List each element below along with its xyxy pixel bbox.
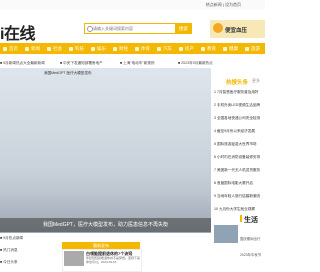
life-item[interactable]: 国庆期间出行: [240, 236, 260, 241]
promo-text: 便宜血压: [225, 28, 248, 34]
hot-item[interactable]: 9 当地年轻人旅行结婚新潮流: [214, 194, 265, 199]
hot-item[interactable]: 3 全国各地快递公司安全检测: [214, 116, 265, 121]
nav-item-house[interactable]: 房产: [179, 43, 194, 54]
nav-item-entertainment[interactable]: 娱乐: [91, 43, 106, 54]
nav-item-education[interactable]: 教育: [201, 43, 216, 54]
education-icon: [201, 46, 205, 51]
car-icon: [157, 46, 161, 51]
hot-item[interactable]: 7 美团新一代无人机送货服务: [214, 168, 265, 173]
travel-icon: [245, 46, 249, 51]
hot-item[interactable]: 5 国际旅游疫苗大世界市场: [214, 142, 265, 147]
nav-item-sports[interactable]: 体育: [135, 43, 150, 54]
featured-header: 最新发布: [62, 242, 140, 249]
hot-item[interactable]: 4 截至9月份以来经济发展: [214, 129, 265, 134]
hot-item[interactable]: 8 首届国际电影大赛开启: [214, 181, 265, 186]
hero-caption[interactable]: 我国MedGPT，医疗大模型发布，助力医患信息不再失衡: [0, 218, 211, 232]
featured-thumbnail[interactable]: [64, 251, 84, 266]
search-input[interactable]: [93, 24, 171, 33]
news-icon: [25, 46, 29, 51]
promo-icon: [213, 23, 223, 33]
finance-icon: [113, 46, 117, 51]
life-section-title: 生活: [240, 215, 258, 225]
site-logo[interactable]: i在线: [0, 20, 35, 44]
ticker-item[interactable]: ■ 中央下发通知部署房地产: [60, 61, 103, 66]
main-nav: 首页 新闻 社会 科技 娱乐 财经 体育 汽车 房产 教育 健康 旅游: [0, 43, 265, 54]
search-box[interactable]: [84, 23, 176, 34]
nav-item-finance[interactable]: 财经: [113, 43, 128, 54]
hot-item[interactable]: 6 小时内在消防设备装修安排: [214, 155, 265, 160]
ticker-item[interactable]: ■ 2023年9月最新热点: [178, 61, 213, 66]
nav-item-news[interactable]: 新闻: [25, 43, 40, 54]
society-icon: [47, 46, 51, 51]
left-list-item[interactable]: ■ 热门消息: [0, 248, 18, 253]
life-thumbnail[interactable]: [214, 225, 238, 243]
news-ticker: ■ 9月新闻热点大全最新新闻 ■ 中央下发通知部署房地产 ■ 上海"电动车"新规…: [0, 58, 213, 68]
hot-item[interactable]: 10 九月份大学生就业观察: [214, 207, 265, 212]
hero-image[interactable]: 我国MedGPT 医疗大模型发布: [0, 68, 211, 233]
hot-list-more[interactable]: 更多: [252, 78, 260, 84]
health-icon: [223, 46, 227, 51]
nav-item-home[interactable]: 首页: [3, 43, 18, 54]
ticker-item[interactable]: ■ 9月新闻热点大全最新新闻: [0, 61, 45, 66]
nav-item-tech[interactable]: 科技: [69, 43, 84, 54]
left-list-item[interactable]: ■ 9月热点新闻: [0, 236, 23, 241]
hot-list-title: 热搜头条: [226, 80, 249, 86]
section-marker: [240, 215, 242, 222]
nav-item-travel[interactable]: 旅游: [245, 43, 260, 54]
hero-top-caption: 我国MedGPT 医疗大模型发布: [44, 71, 92, 75]
sports-icon: [135, 46, 139, 51]
search-button[interactable]: 搜索: [175, 23, 192, 34]
ticker-item[interactable]: ■ 上海"电动车"新规则: [120, 61, 154, 66]
entertainment-icon: [91, 46, 95, 51]
nav-item-auto[interactable]: 汽车: [157, 43, 172, 54]
nav-item-society[interactable]: 社会: [47, 43, 62, 54]
hot-item[interactable]: 2 手机外卖LED视频生活品牌: [214, 103, 265, 108]
home-icon: [3, 46, 7, 51]
promo-banner[interactable]: 便宜血压: [210, 20, 265, 38]
left-list-item[interactable]: ■ 今日头条: [0, 260, 18, 265]
featured-description: 年纪轻轻就能退休并不是梦想。坚持下来你也可以。2023-09-15: [86, 256, 141, 264]
hot-item[interactable]: 1 7月智慧医疗服务普及用好: [214, 90, 265, 95]
top-links[interactable]: 热点新闻 | 设为首页: [206, 2, 241, 8]
tech-icon: [69, 46, 73, 51]
house-icon: [179, 46, 183, 51]
top-bar: 热点新闻 | 设为首页: [0, 0, 265, 10]
life-item[interactable]: 2023年中秋节: [240, 252, 261, 257]
nav-item-health[interactable]: 健康: [223, 43, 238, 54]
